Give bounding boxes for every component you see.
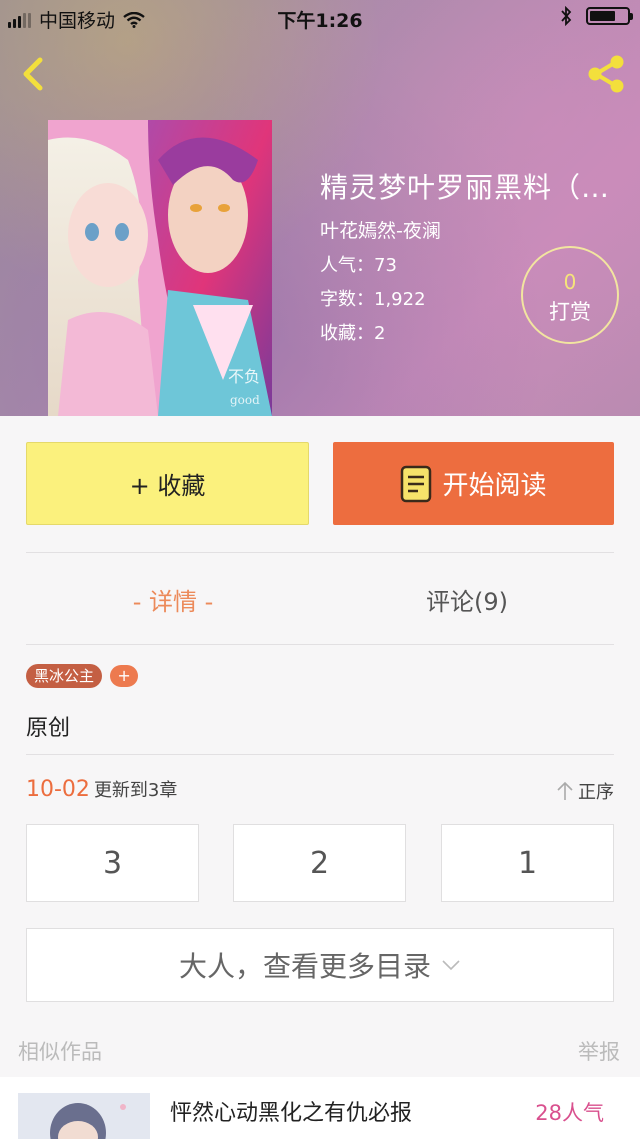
similar-work-cover xyxy=(18,1093,150,1139)
tab-comments[interactable]: 评论(9) xyxy=(320,582,614,617)
arrow-up-icon xyxy=(557,781,573,800)
chapter-button[interactable]: 3 xyxy=(26,824,199,902)
battery-fill xyxy=(590,11,616,21)
sort-label: 正序 xyxy=(578,782,614,803)
similar-work-title: 怦然心动黑化之有仇必报 xyxy=(170,1101,413,1126)
tip-count: 0 xyxy=(563,270,577,294)
report-link[interactable]: 举报 xyxy=(578,1036,620,1066)
favorites-value: 2 xyxy=(374,323,386,344)
back-button[interactable] xyxy=(14,54,54,94)
similar-works-heading: 相似作品 xyxy=(18,1040,102,1064)
book-icon xyxy=(401,465,432,502)
divider xyxy=(26,754,614,755)
more-catalog-label: 大人，查看更多目录 xyxy=(178,950,431,983)
chapter-button[interactable]: 2 xyxy=(233,824,406,902)
divider xyxy=(26,552,614,553)
more-catalog-button[interactable]: 大人，查看更多目录 xyxy=(26,928,614,1002)
collect-button-label: + 收藏 xyxy=(129,472,206,500)
popularity-label: 人气： xyxy=(320,255,374,276)
similar-work-popularity: 28人气 xyxy=(535,1101,604,1125)
svg-text:good: good xyxy=(230,393,260,407)
start-reading-button[interactable]: 开始阅读 xyxy=(333,442,614,525)
tag-chip[interactable]: 黑冰公主 xyxy=(26,664,103,688)
word-count-label: 字数： xyxy=(320,289,374,310)
update-text: 更新到3章 xyxy=(93,780,178,801)
status-bar: 中国移动 下午1:26 xyxy=(0,0,640,36)
chevron-left-icon xyxy=(23,57,43,91)
start-reading-label: 开始阅读 xyxy=(442,471,547,501)
status-time: 下午1:26 xyxy=(277,10,363,32)
svg-text:不负: 不负 xyxy=(228,367,260,386)
tip-label: 打赏 xyxy=(549,300,591,324)
book-title: 精灵梦叶罗丽黑料（… xyxy=(320,171,611,204)
book-cover[interactable]: 不负 good xyxy=(48,120,272,416)
update-date: 10-02 xyxy=(26,777,90,802)
cover-artwork: 不负 good xyxy=(48,120,272,416)
chapter-grid: 3 2 1 xyxy=(26,824,614,902)
tip-button[interactable]: 0 打赏 xyxy=(521,246,619,344)
share-button[interactable] xyxy=(584,52,628,96)
book-header: 中国移动 下午1:26 不负 good 精灵梦叶罗丽黑料（… 叶花嫣然-夜澜 人… xyxy=(0,0,640,416)
share-icon xyxy=(588,55,624,93)
battery-icon xyxy=(586,7,633,25)
add-tag-button[interactable]: + xyxy=(110,665,139,687)
update-info: 10-02 更新到3章 正序 xyxy=(26,776,614,804)
popularity-value: 73 xyxy=(374,255,397,276)
favorites-label: 收藏： xyxy=(320,323,374,344)
word-count-value: 1,922 xyxy=(374,289,426,310)
bluetooth-icon xyxy=(561,6,572,26)
collect-button[interactable]: + 收藏 xyxy=(26,442,309,525)
divider xyxy=(26,644,614,645)
book-author[interactable]: 叶花嫣然-夜澜 xyxy=(320,216,632,243)
similar-work-item[interactable]: 怦然心动黑化之有仇必报 28人气 xyxy=(0,1077,640,1139)
action-buttons: + 收藏 开始阅读 xyxy=(26,442,614,526)
category-label: 原创 xyxy=(26,716,71,741)
sort-button[interactable]: 正序 xyxy=(556,778,614,804)
chevron-down-icon xyxy=(442,960,460,971)
tag-list: 黑冰公主 + xyxy=(26,664,139,688)
chapter-button[interactable]: 1 xyxy=(441,824,614,902)
tab-details[interactable]: - 详情 - xyxy=(26,582,320,617)
